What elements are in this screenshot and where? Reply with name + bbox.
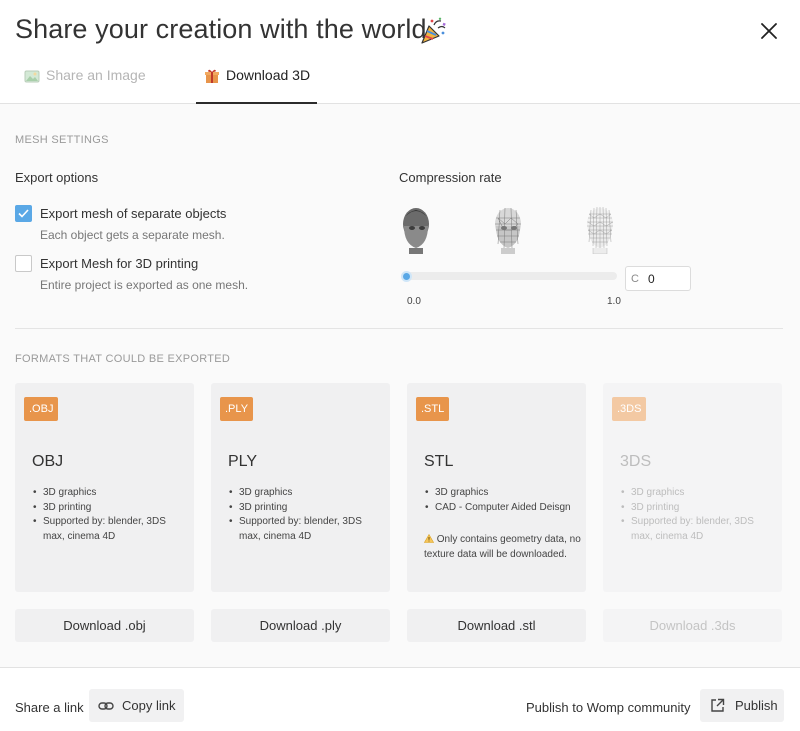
tab-share-image[interactable]: Share an Image	[24, 64, 146, 104]
formats-heading: FORMATS THAT COULD BE EXPORTED	[15, 353, 231, 365]
dialog-header: Share your creation with the world Share…	[0, 0, 800, 104]
section-divider	[15, 328, 783, 329]
export-3d-printing-description: Entire project is exported as one mesh.	[40, 278, 249, 292]
list-item: 3D graphics	[32, 486, 190, 501]
export-3d-printing-option[interactable]: Export Mesh for 3D printing	[15, 255, 198, 272]
export-separate-objects-checkbox[interactable]	[15, 205, 32, 222]
checkmark-icon	[18, 209, 29, 218]
export-separate-objects-description: Each object gets a separate mesh.	[40, 228, 225, 242]
export-3d-printing-label: Export Mesh for 3D printing	[40, 256, 199, 271]
3ds-badge: .3DS	[612, 397, 647, 421]
tab-share-image-label: Share an Image	[46, 67, 146, 83]
warning-icon	[423, 533, 435, 543]
ply-title: PLY	[228, 453, 258, 470]
list-item: Supported by: blender, 3DS max, cinema 4…	[228, 515, 386, 544]
ply-feature-list: 3D graphics 3D printing Supported by: bl…	[228, 486, 386, 544]
stl-geometry-warning: Only contains geometry data, no texture …	[423, 533, 584, 562]
format-card-obj: .OBJ OBJ 3D graphics 3D printing Support…	[15, 383, 194, 592]
list-item: 3D printing	[228, 501, 386, 516]
mesh-settings-heading: MESH SETTINGS	[15, 134, 109, 146]
slider-min-label: 0.0	[407, 296, 421, 307]
gift-icon	[205, 69, 219, 83]
compression-value-field[interactable]: C	[625, 266, 691, 291]
compression-slider[interactable]	[401, 272, 617, 280]
link-icon	[98, 701, 114, 710]
party-popper-icon	[421, 17, 446, 44]
obj-feature-list: 3D graphics 3D printing Supported by: bl…	[32, 486, 190, 544]
compression-rate-label: Compression rate	[399, 170, 502, 185]
download-ply-button[interactable]: Download .ply	[211, 609, 390, 642]
tab-download-3d-label: Download 3D	[226, 67, 311, 83]
head-medium-wireframe-icon	[495, 207, 521, 254]
list-item: CAD - Computer Aided Deisgn	[424, 501, 582, 516]
download-stl-button[interactable]: Download .stl	[407, 609, 586, 642]
copy-link-label: Copy link	[122, 698, 176, 713]
format-card-stl: .STL STL 3D graphics CAD - Computer Aide…	[407, 383, 586, 592]
publish-button[interactable]: Publish	[700, 689, 784, 722]
image-icon	[24, 70, 40, 83]
list-item: Supported by: blender, 3DS max, cinema 4…	[620, 515, 778, 544]
stl-feature-list: 3D graphics CAD - Computer Aided Deisgn	[424, 486, 582, 515]
stl-warning-text: Only contains geometry data, no texture …	[424, 534, 581, 560]
list-item: 3D graphics	[424, 486, 582, 501]
list-item: 3D printing	[620, 501, 778, 516]
copy-link-button[interactable]: Copy link	[89, 689, 184, 722]
list-item: 3D graphics	[228, 486, 386, 501]
download-3ds-button: Download .3ds	[603, 609, 782, 642]
head-low-wireframe-icon	[587, 206, 614, 254]
3ds-title: 3DS	[620, 453, 652, 470]
ply-badge: .PLY	[220, 397, 254, 421]
obj-title: OBJ	[32, 453, 64, 470]
share-link-label: Share a link	[15, 700, 84, 715]
export-options-label: Export options	[15, 170, 99, 185]
stl-badge: .STL	[416, 397, 450, 421]
publish-description: Publish to Womp community	[526, 700, 691, 715]
compression-value-input[interactable]	[647, 271, 684, 286]
dialog-footer: Share a link Copy link Publish to Womp c…	[0, 667, 800, 731]
list-item: 3D printing	[32, 501, 190, 516]
head-smooth-icon	[403, 208, 429, 254]
download-3d-panel: MESH SETTINGS Export options Export mesh…	[0, 104, 800, 667]
3ds-feature-list: 3D graphics 3D printing Supported by: bl…	[620, 486, 778, 544]
stl-title: STL	[424, 453, 454, 470]
export-separate-objects-option[interactable]: Export mesh of separate objects	[15, 205, 226, 222]
external-link-icon	[711, 698, 725, 712]
list-item: Supported by: blender, 3DS max, cinema 4…	[32, 515, 190, 544]
dialog-title: Share your creation with the world	[15, 14, 427, 44]
tab-download-3d[interactable]: Download 3D	[196, 64, 317, 104]
slider-max-label: 1.0	[607, 296, 621, 307]
obj-badge: .OBJ	[24, 397, 59, 421]
publish-label: Publish	[735, 698, 778, 713]
format-card-ply: .PLY PLY 3D graphics 3D printing Support…	[211, 383, 390, 592]
compression-input-prefix: C	[631, 272, 639, 285]
export-separate-objects-label: Export mesh of separate objects	[40, 206, 227, 221]
format-card-3ds: .3DS 3DS 3D graphics 3D printing Support…	[603, 383, 782, 592]
export-3d-printing-checkbox[interactable]	[15, 255, 32, 272]
list-item: 3D graphics	[620, 486, 778, 501]
download-obj-button[interactable]: Download .obj	[15, 609, 194, 642]
close-icon[interactable]	[756, 18, 782, 44]
compression-slider-handle[interactable]	[403, 273, 410, 280]
